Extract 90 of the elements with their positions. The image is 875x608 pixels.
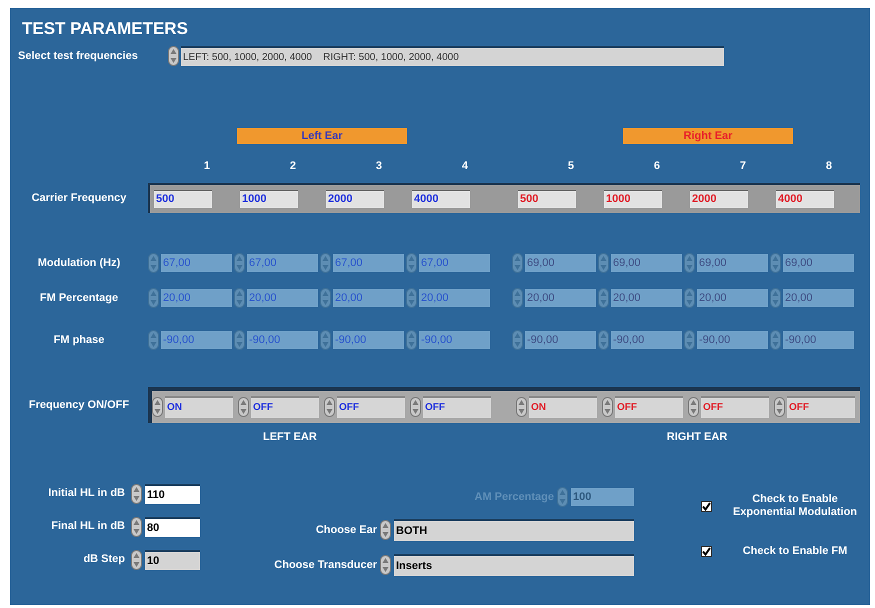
number-field[interactable]: 110: [145, 484, 200, 504]
row-label: Modulation (Hz): [36, 256, 122, 271]
ring-field[interactable]: OFF: [423, 396, 491, 418]
column-number: 8: [826, 159, 832, 173]
section-label: LEFT EAR: [263, 430, 317, 444]
spinner-arrows-icon[interactable]: [410, 397, 421, 417]
row-label: Carrier Frequency: [30, 190, 128, 206]
spinner-arrows-icon[interactable]: [324, 397, 335, 417]
field-label: Select test frequencies: [18, 48, 139, 64]
number-field: -90,00: [525, 331, 596, 349]
spinner-arrows-icon[interactable]: [131, 484, 142, 504]
number-field: 20,00: [525, 289, 596, 307]
number-field: 20,00: [247, 289, 318, 307]
number-field[interactable]: 10: [145, 550, 200, 570]
number-field: -90,00: [333, 331, 404, 349]
ring-field[interactable]: OFF: [701, 396, 769, 418]
spinner-arrows-icon[interactable]: [238, 397, 249, 417]
spinner-arrows-icon[interactable]: [152, 397, 163, 417]
spinner-arrows-icon[interactable]: [168, 46, 179, 66]
row-label: FM Percentage: [38, 290, 120, 306]
column-number: 2: [290, 159, 296, 173]
panel-title: TEST PARAMETERS: [22, 18, 188, 40]
column-number: 1: [204, 159, 210, 173]
number-field[interactable]: 1000: [240, 190, 298, 208]
column-number: 6: [654, 159, 660, 173]
ring-field[interactable]: ON: [165, 396, 233, 418]
number-field[interactable]: 500: [518, 190, 576, 208]
number-field: 20,00: [333, 289, 404, 307]
ring-field[interactable]: LEFT: 500, 1000, 2000, 4000 RIGHT: 500, 1000, 2000, 4000: [181, 46, 724, 66]
column-number: 7: [740, 159, 746, 173]
ear-header: Right Ear: [623, 128, 793, 144]
spinner-arrows-icon[interactable]: [602, 397, 613, 417]
checkbox[interactable]: [701, 546, 712, 557]
checkbox[interactable]: [701, 500, 712, 512]
number-field: 69,00: [611, 254, 682, 272]
number-field[interactable]: 4000: [412, 190, 470, 208]
number-field[interactable]: 80: [145, 516, 200, 536]
spinner-arrows-icon[interactable]: [380, 520, 391, 540]
ring-field[interactable]: OFF: [615, 396, 683, 418]
column-number: 4: [462, 159, 468, 173]
field-label: dB Step: [82, 552, 126, 568]
number-field: 69,00: [783, 254, 854, 272]
number-field[interactable]: 4000: [776, 190, 834, 208]
field-label: Choose Ear: [316, 522, 377, 538]
number-field: 20,00: [161, 289, 232, 307]
number-field: -90,00: [783, 331, 854, 349]
number-field: -90,00: [247, 331, 318, 349]
ring-field[interactable]: OFF: [787, 396, 855, 418]
number-field: 69,00: [525, 254, 596, 272]
spinner-arrows-icon[interactable]: [516, 397, 527, 417]
number-field: 69,00: [697, 254, 768, 272]
field-label: Choose Transducer: [274, 558, 377, 573]
spinner-arrows-icon[interactable]: [557, 487, 568, 507]
number-field[interactable]: 1000: [604, 190, 662, 208]
ear-header: Left Ear: [237, 128, 407, 144]
number-field: 20,00: [783, 289, 854, 307]
number-field[interactable]: 2000: [690, 190, 748, 208]
checkbox-label: Check to Enable Exponential Modulation: [732, 493, 858, 519]
row-label: Frequency ON/OFF: [28, 398, 130, 413]
number-field[interactable]: 500: [154, 190, 212, 208]
ring-field[interactable]: ON: [529, 396, 597, 418]
number-field: 20,00: [697, 289, 768, 307]
ring-field[interactable]: OFF: [251, 396, 319, 418]
number-field: -90,00: [419, 331, 490, 349]
spinner-arrows-icon[interactable]: [131, 550, 142, 570]
ring-field[interactable]: Inserts: [394, 554, 634, 576]
spinner-arrows-icon[interactable]: [688, 397, 699, 417]
field-label: Final HL in dB: [50, 519, 126, 534]
spinner-arrows-icon[interactable]: [380, 555, 391, 575]
number-field: 67,00: [333, 254, 404, 272]
number-field: 20,00: [611, 289, 682, 307]
spinner-arrows-icon[interactable]: [131, 516, 142, 536]
number-field: -90,00: [161, 331, 232, 349]
number-field: 67,00: [419, 254, 490, 272]
section-label: RIGHT EAR: [666, 430, 728, 444]
number-field: -90,00: [697, 331, 768, 349]
number-field: 100: [571, 488, 634, 506]
column-number: 5: [568, 159, 574, 173]
column-number: 3: [376, 159, 382, 173]
number-field: 20,00: [419, 289, 490, 307]
number-field: -90,00: [611, 331, 682, 349]
number-field: 67,00: [161, 254, 232, 272]
checkbox-label: Check to Enable FM: [742, 545, 848, 558]
field-label: Initial HL in dB: [47, 486, 126, 502]
number-field[interactable]: 2000: [326, 190, 384, 208]
row-label: FM phase: [52, 332, 106, 348]
number-field: 67,00: [247, 254, 318, 272]
ring-field[interactable]: BOTH: [394, 519, 634, 541]
spinner-arrows-icon[interactable]: [774, 397, 785, 417]
ring-field[interactable]: OFF: [337, 396, 405, 418]
